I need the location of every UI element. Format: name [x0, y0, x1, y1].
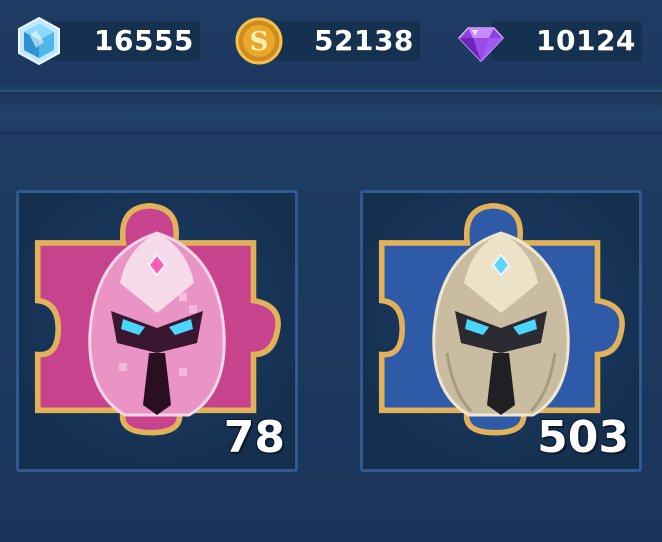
currency-value-box: 52138 — [270, 21, 420, 61]
crystal-icon — [18, 16, 60, 66]
item-count: 78 — [223, 412, 285, 463]
currency-gem: 10124 — [456, 16, 642, 66]
item-slot-pink-helmet[interactable]: 78 — [16, 190, 298, 472]
inventory-screen: 16555 52138 S 10124 78 503 — [0, 0, 662, 542]
item-count: 503 — [537, 412, 629, 463]
gold-coin-icon: S — [235, 17, 283, 65]
svg-text:S: S — [250, 27, 269, 57]
currency-value-box: 10124 — [492, 21, 642, 61]
crystal-count: 16555 — [94, 24, 194, 57]
currency-bar: 16555 52138 S 10124 — [0, 0, 662, 84]
header-divider — [0, 90, 662, 134]
gem-count: 10124 — [536, 24, 636, 57]
currency-gold: 52138 S — [234, 16, 420, 66]
currency-value-box: 16555 — [50, 21, 200, 61]
purple-gem-icon — [457, 27, 505, 63]
gold-count: 52138 — [314, 24, 414, 57]
item-slot-silver-helmet[interactable]: 503 — [360, 190, 642, 472]
currency-crystal: 16555 — [14, 16, 200, 66]
